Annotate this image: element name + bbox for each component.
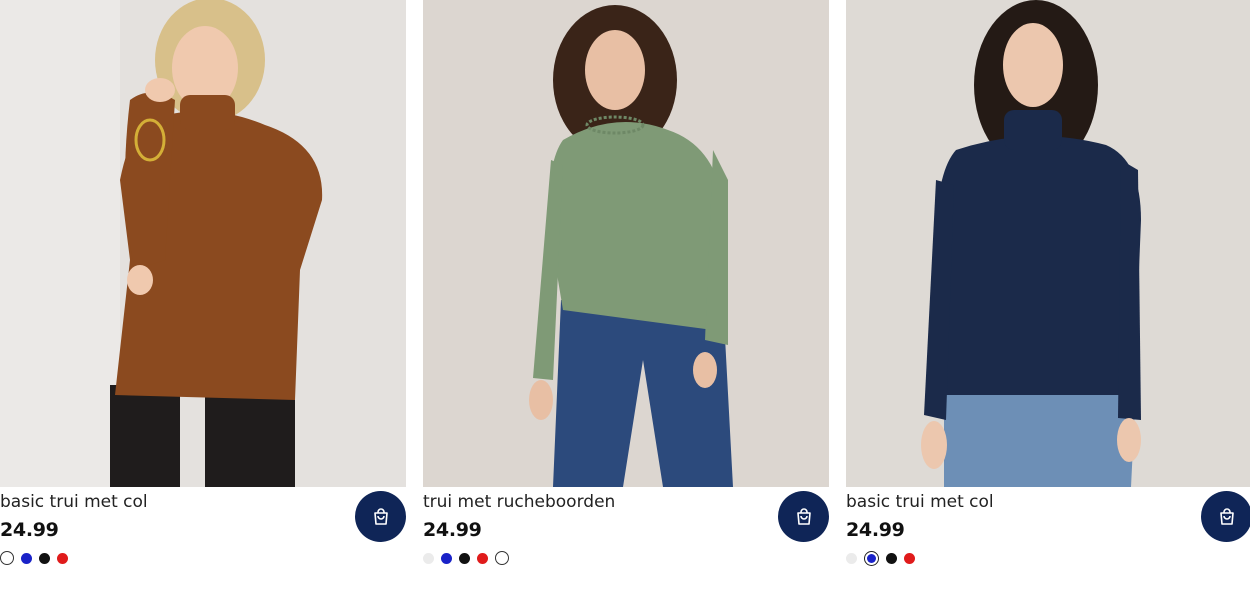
product-image[interactable] [0,0,406,487]
product-card[interactable]: basic trui met col 24.99 [846,0,1250,607]
color-swatch[interactable] [495,551,509,565]
product-card[interactable]: trui met rucheboorden 24.99 [423,0,829,607]
product-name[interactable]: trui met rucheboorden [423,492,615,512]
color-swatch[interactable] [477,552,488,564]
product-name[interactable]: basic trui met col [0,492,148,512]
color-swatch[interactable] [886,553,897,564]
color-swatch[interactable] [441,552,452,564]
color-swatches [846,551,915,566]
color-swatch[interactable] [21,552,32,564]
product-price: 24.99 [423,519,482,541]
color-swatches [423,551,509,565]
color-swatch[interactable] [0,551,14,565]
shopping-bag-icon [1219,507,1234,525]
color-swatch[interactable] [39,552,50,564]
shopping-bag-icon [796,507,811,525]
color-swatch[interactable] [904,553,915,564]
color-swatch[interactable] [423,552,434,564]
product-card[interactable]: basic trui met col 24.99 [0,0,406,607]
color-swatch[interactable] [57,552,68,564]
color-swatch[interactable] [864,551,879,566]
shopping-bag-icon [373,507,388,525]
add-to-cart-button[interactable] [778,491,829,542]
product-name[interactable]: basic trui met col [846,492,994,512]
product-image[interactable] [846,0,1250,487]
product-image[interactable] [423,0,829,487]
product-grid: basic trui met col 24.99 trui met rucheb… [0,0,1250,607]
color-swatch[interactable] [459,552,470,564]
add-to-cart-button[interactable] [1201,491,1250,542]
product-price: 24.99 [0,519,59,541]
color-swatch[interactable] [846,553,857,564]
product-price: 24.99 [846,519,905,541]
color-swatches [0,551,68,565]
add-to-cart-button[interactable] [355,491,406,542]
